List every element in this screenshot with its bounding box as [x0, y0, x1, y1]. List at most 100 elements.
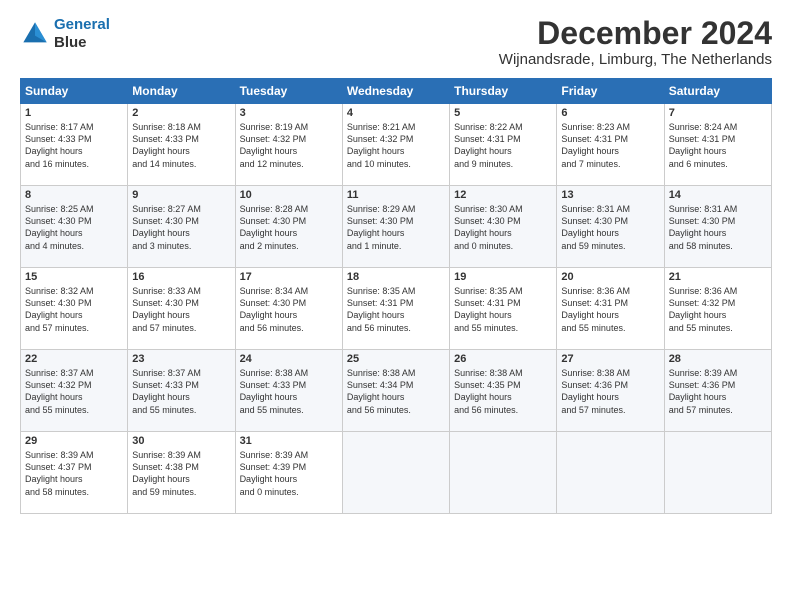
- day-number: 7: [669, 107, 767, 119]
- table-row: 19 Sunrise: 8:35 AMSunset: 4:31 PMDayligh…: [450, 268, 557, 350]
- table-row: 29Sunrise: 8:39 AMSunset: 4:37 PMDayligh…: [21, 432, 128, 514]
- col-monday: Monday: [128, 79, 235, 104]
- table-row: [342, 432, 449, 514]
- cell-content: Sunrise: 8:37 AMSunset: 4:33 PMDaylight …: [132, 367, 230, 416]
- table-row: 10Sunrise: 8:28 AMSunset: 4:30 PMDayligh…: [235, 186, 342, 268]
- cell-content: Sunrise: 8:34 AMSunset: 4:30 PMDaylight …: [240, 285, 338, 334]
- table-row: 24Sunrise: 8:38 AMSunset: 4:33 PMDayligh…: [235, 350, 342, 432]
- logo-icon: [20, 19, 50, 49]
- table-row: 12Sunrise: 8:30 AMSunset: 4:30 PMDayligh…: [450, 186, 557, 268]
- page: General Blue December 2024 Wijnandsrade,…: [0, 0, 792, 612]
- cell-content: Sunrise: 8:35 AMSunset: 4:31 PMDaylight …: [454, 285, 552, 334]
- cell-content: Sunrise: 8:36 AMSunset: 4:31 PMDaylight …: [561, 285, 659, 334]
- col-tuesday: Tuesday: [235, 79, 342, 104]
- day-number: 16: [132, 271, 230, 283]
- day-number: 19: [454, 271, 552, 283]
- cell-content: Sunrise: 8:29 AMSunset: 4:30 PMDaylight …: [347, 203, 445, 252]
- table-row: 27 Sunrise: 8:38 AMSunset: 4:36 PMDayligh…: [557, 350, 664, 432]
- day-number: 31: [240, 435, 338, 447]
- col-sunday: Sunday: [21, 79, 128, 104]
- cell-content: Sunrise: 8:27 AMSunset: 4:30 PMDaylight …: [132, 203, 230, 252]
- table-row: 14Sunrise: 8:31 AMSunset: 4:30 PMDayligh…: [664, 186, 771, 268]
- col-friday: Friday: [557, 79, 664, 104]
- cell-content: Sunrise: 8:38 AMSunset: 4:34 PMDaylight …: [347, 367, 445, 416]
- day-number: 26: [454, 353, 552, 365]
- day-number: 10: [240, 189, 338, 201]
- calendar-week-row: 15 Sunrise: 8:32 AMSunset: 4:30 PMDayligh…: [21, 268, 772, 350]
- table-row: 30 Sunrise: 8:39 AMSunset: 4:38 PMDayligh…: [128, 432, 235, 514]
- cell-content: Sunrise: 8:32 AMSunset: 4:30 PMDaylight …: [25, 285, 123, 334]
- logo: General Blue: [20, 16, 110, 52]
- cell-content: Sunrise: 8:39 AMSunset: 4:36 PMDaylight …: [669, 367, 767, 416]
- cell-content: Sunrise: 8:38 AMSunset: 4:35 PMDaylight …: [454, 367, 552, 416]
- cell-content: Sunrise: 8:39 AMSunset: 4:37 PMDaylight …: [25, 449, 123, 498]
- day-number: 23: [132, 353, 230, 365]
- table-row: 9 Sunrise: 8:27 AMSunset: 4:30 PMDaylight…: [128, 186, 235, 268]
- cell-content: Sunrise: 8:19 AMSunset: 4:32 PMDaylight …: [240, 121, 338, 170]
- subtitle: Wijnandsrade, Limburg, The Netherlands: [499, 51, 772, 68]
- day-number: 14: [669, 189, 767, 201]
- cell-content: Sunrise: 8:38 AMSunset: 4:36 PMDaylight …: [561, 367, 659, 416]
- table-row: 2 Sunrise: 8:18 AMSunset: 4:33 PMDaylight…: [128, 104, 235, 186]
- title-block: December 2024 Wijnandsrade, Limburg, The…: [499, 16, 772, 68]
- month-title: December 2024: [499, 16, 772, 51]
- table-row: 23 Sunrise: 8:37 AMSunset: 4:33 PMDayligh…: [128, 350, 235, 432]
- table-row: 11Sunrise: 8:29 AMSunset: 4:30 PMDayligh…: [342, 186, 449, 268]
- calendar-table: Sunday Monday Tuesday Wednesday Thursday…: [20, 78, 772, 514]
- table-row: 4Sunrise: 8:21 AMSunset: 4:32 PMDaylight…: [342, 104, 449, 186]
- table-row: 5 Sunrise: 8:22 AMSunset: 4:31 PMDaylight…: [450, 104, 557, 186]
- table-row: 1 Sunrise: 8:17 AMSunset: 4:33 PMDaylight…: [21, 104, 128, 186]
- cell-content: Sunrise: 8:37 AMSunset: 4:32 PMDaylight …: [25, 367, 123, 416]
- calendar-header-row: Sunday Monday Tuesday Wednesday Thursday…: [21, 79, 772, 104]
- calendar-week-row: 1 Sunrise: 8:17 AMSunset: 4:33 PMDaylight…: [21, 104, 772, 186]
- table-row: [557, 432, 664, 514]
- calendar-week-row: 29Sunrise: 8:39 AMSunset: 4:37 PMDayligh…: [21, 432, 772, 514]
- cell-content: Sunrise: 8:23 AMSunset: 4:31 PMDaylight …: [561, 121, 659, 170]
- day-number: 17: [240, 271, 338, 283]
- cell-content: Sunrise: 8:38 AMSunset: 4:33 PMDaylight …: [240, 367, 338, 416]
- table-row: 31 Sunrise: 8:39 AMSunset: 4:39 PMDayligh…: [235, 432, 342, 514]
- calendar-week-row: 22Sunrise: 8:37 AMSunset: 4:32 PMDayligh…: [21, 350, 772, 432]
- table-row: 20 Sunrise: 8:36 AMSunset: 4:31 PMDayligh…: [557, 268, 664, 350]
- day-number: 3: [240, 107, 338, 119]
- day-number: 2: [132, 107, 230, 119]
- cell-content: Sunrise: 8:22 AMSunset: 4:31 PMDaylight …: [454, 121, 552, 170]
- cell-content: Sunrise: 8:21 AMSunset: 4:32 PMDaylight …: [347, 121, 445, 170]
- calendar-week-row: 8Sunrise: 8:25 AMSunset: 4:30 PMDaylight…: [21, 186, 772, 268]
- table-row: 28 Sunrise: 8:39 AMSunset: 4:36 PMDayligh…: [664, 350, 771, 432]
- col-wednesday: Wednesday: [342, 79, 449, 104]
- cell-content: Sunrise: 8:18 AMSunset: 4:33 PMDaylight …: [132, 121, 230, 170]
- cell-content: Sunrise: 8:33 AMSunset: 4:30 PMDaylight …: [132, 285, 230, 334]
- day-number: 18: [347, 271, 445, 283]
- day-number: 30: [132, 435, 230, 447]
- table-row: [664, 432, 771, 514]
- day-number: 28: [669, 353, 767, 365]
- cell-content: Sunrise: 8:17 AMSunset: 4:33 PMDaylight …: [25, 121, 123, 170]
- day-number: 9: [132, 189, 230, 201]
- cell-content: Sunrise: 8:31 AMSunset: 4:30 PMDaylight …: [561, 203, 659, 252]
- cell-content: Sunrise: 8:35 AMSunset: 4:31 PMDaylight …: [347, 285, 445, 334]
- cell-content: Sunrise: 8:30 AMSunset: 4:30 PMDaylight …: [454, 203, 552, 252]
- day-number: 13: [561, 189, 659, 201]
- cell-content: Sunrise: 8:36 AMSunset: 4:32 PMDaylight …: [669, 285, 767, 334]
- table-row: 16 Sunrise: 8:33 AMSunset: 4:30 PMDayligh…: [128, 268, 235, 350]
- table-row: 13 Sunrise: 8:31 AMSunset: 4:30 PMDayligh…: [557, 186, 664, 268]
- day-number: 21: [669, 271, 767, 283]
- table-row: 6 Sunrise: 8:23 AMSunset: 4:31 PMDaylight…: [557, 104, 664, 186]
- table-row: 18 Sunrise: 8:35 AMSunset: 4:31 PMDayligh…: [342, 268, 449, 350]
- col-thursday: Thursday: [450, 79, 557, 104]
- cell-content: Sunrise: 8:24 AMSunset: 4:31 PMDaylight …: [669, 121, 767, 170]
- header: General Blue December 2024 Wijnandsrade,…: [20, 16, 772, 68]
- table-row: 3 Sunrise: 8:19 AMSunset: 4:32 PMDaylight…: [235, 104, 342, 186]
- cell-content: Sunrise: 8:39 AMSunset: 4:39 PMDaylight …: [240, 449, 338, 498]
- table-row: 7 Sunrise: 8:24 AMSunset: 4:31 PMDaylight…: [664, 104, 771, 186]
- day-number: 27: [561, 353, 659, 365]
- day-number: 1: [25, 107, 123, 119]
- cell-content: Sunrise: 8:39 AMSunset: 4:38 PMDaylight …: [132, 449, 230, 498]
- day-number: 5: [454, 107, 552, 119]
- day-number: 15: [25, 271, 123, 283]
- col-saturday: Saturday: [664, 79, 771, 104]
- day-number: 20: [561, 271, 659, 283]
- table-row: 21 Sunrise: 8:36 AMSunset: 4:32 PMDayligh…: [664, 268, 771, 350]
- day-number: 6: [561, 107, 659, 119]
